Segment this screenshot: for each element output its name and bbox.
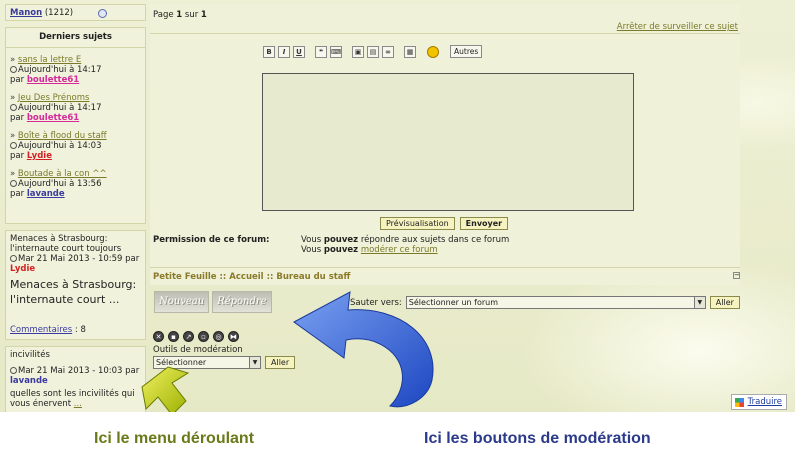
reply-editor: B I U ❝ ⌨ ▣ ▤ ∞ ▦ Autres Prévisualisatio…	[150, 34, 740, 231]
translate-label: Traduire	[747, 397, 782, 407]
recent-topics-box: Derniers sujets » sans la lettre E Aujou…	[5, 27, 146, 224]
recent-topics-title: Derniers sujets	[6, 28, 145, 48]
more-options-button[interactable]: Autres	[450, 45, 483, 58]
jump-go-button[interactable]: Aller	[709, 296, 740, 309]
recent-topic-link[interactable]: Boutade à la con ^^	[18, 169, 107, 179]
preview-button[interactable]: Prévisualisation	[380, 217, 455, 230]
by-label: par	[10, 189, 25, 199]
chevron-down-icon: ▼	[249, 357, 260, 368]
forum-permissions: Permission de ce forum: Vous pouvez répo…	[150, 231, 740, 267]
breadcrumb-item[interactable]: Accueil	[229, 272, 263, 282]
news-excerpt: Menaces à Strasbourg: l'internaute court…	[10, 278, 137, 306]
by-label: par	[10, 151, 25, 161]
recent-topic-time: Aujourd'hui à 14:03	[18, 141, 102, 151]
permissions-label: Permission de ce forum:	[153, 235, 270, 245]
incivility-excerpt: quelles sont les incivilités qui vous én…	[10, 389, 135, 409]
blue-curved-arrow-icon	[293, 291, 434, 408]
table-icon[interactable]: ▦	[404, 45, 416, 58]
main-panel: Page 1 sur 1 Arrêter de surveiller ce su…	[150, 4, 740, 285]
underline-button[interactable]: U	[293, 45, 305, 58]
chevron-down-icon: ▼	[693, 297, 705, 308]
breadcrumb-item[interactable]: Petite Feuille	[153, 272, 217, 282]
merge-topic-icon[interactable]: ⧓	[228, 331, 239, 342]
clock-icon	[10, 255, 17, 262]
pagination-info: Page 1 sur 1	[153, 10, 207, 20]
lock-icon[interactable]: ▫	[198, 331, 209, 342]
stop-watching-link[interactable]: Arrêter de surveiller ce sujet	[617, 22, 738, 32]
incivility-title[interactable]: incivilités	[10, 350, 141, 360]
news-title[interactable]: Menaces à Strasbourg: l'internaute court…	[10, 234, 141, 254]
code-icon[interactable]: ⌨	[330, 45, 342, 58]
incivility-time: Mar 21 Mai 2013 - 10:03 par	[18, 366, 140, 376]
news-author[interactable]: Lydie	[10, 264, 141, 274]
bold-button[interactable]: B	[263, 45, 275, 58]
incivility-author[interactable]: lavande	[10, 376, 141, 386]
list-item: » Jeu Des Prénoms Aujourd'hui à 14:17 pa…	[10, 93, 102, 123]
clock-icon	[10, 142, 17, 149]
link-icon[interactable]: ∞	[382, 45, 394, 58]
online-status-icon	[98, 9, 107, 18]
online-count: (1212)	[44, 8, 74, 18]
topic-header: Page 1 sur 1 Arrêter de surveiller ce su…	[150, 4, 740, 34]
move-topic-icon[interactable]: ↗	[183, 331, 194, 342]
comments-count: : 8	[74, 325, 86, 335]
clock-icon	[10, 66, 17, 73]
italic-button[interactable]: I	[278, 45, 290, 58]
reply-button[interactable]: Répondre	[212, 291, 272, 313]
editor-toolbar: B I U ❝ ⌨ ▣ ▤ ∞ ▦ Autres	[263, 45, 483, 58]
by-label: par	[10, 113, 25, 123]
google-icon	[734, 398, 744, 407]
collapse-icon[interactable]: −	[733, 272, 740, 279]
clock-icon	[10, 104, 17, 111]
breadcrumb: Petite Feuille :: Accueil :: Bureau du s…	[150, 267, 740, 285]
clock-icon	[10, 180, 17, 187]
list-item: » Boîte à flood du staff Aujourd'hui à 1…	[10, 131, 107, 161]
split-topic-icon[interactable]: ◎	[213, 331, 224, 342]
yellow-arrow-icon	[141, 366, 190, 412]
permissions-text: Vous pouvez répondre aux sujets dans ce …	[301, 235, 510, 255]
clock-icon	[10, 367, 17, 374]
list-item: » Boutade à la con ^^ Aujourd'hui à 13:5…	[10, 169, 107, 199]
recent-topic-link[interactable]: Jeu Des Prénoms	[18, 93, 90, 103]
by-label: par	[10, 75, 25, 85]
online-username[interactable]: Manon	[10, 8, 42, 18]
quote-icon[interactable]: ❝	[315, 45, 327, 58]
post-buttons: Nouveau Répondre	[154, 291, 272, 313]
recent-topic-author[interactable]: Lydie	[27, 151, 52, 161]
caption-moderation-buttons: Ici les boutons de modération	[424, 430, 651, 447]
moderation-buttons: ✕ ▪ ↗ ▫ ◎ ⧓	[153, 331, 239, 342]
recent-topic-time: Aujourd'hui à 13:56	[18, 179, 102, 189]
recent-topic-author[interactable]: lavande	[27, 189, 65, 199]
image-icon[interactable]: ▣	[352, 45, 364, 58]
recent-topic-time: Aujourd'hui à 14:17	[18, 65, 102, 75]
news-time: Mar 21 Mai 2013 - 10:59 par	[18, 254, 140, 264]
comments-link[interactable]: Commentaires	[10, 325, 72, 335]
recent-topic-link[interactable]: sans la lettre E	[18, 55, 81, 65]
send-button[interactable]: Envoyer	[459, 217, 509, 230]
smiley-icon[interactable]	[427, 45, 439, 58]
delete-topic-icon[interactable]: ✕	[153, 331, 164, 342]
jump-forum-select[interactable]: Sélectionner un forum ▼	[405, 296, 706, 309]
recent-topic-link[interactable]: Boîte à flood du staff	[18, 131, 107, 141]
list-item: » sans la lettre E Aujourd'hui à 14:17 p…	[10, 55, 102, 85]
incivility-box: incivilités Mar 21 Mai 2013 - 10:03 par …	[5, 346, 146, 412]
forum-screenshot: Manon (1212) Derniers sujets » sans la l…	[0, 0, 795, 412]
online-user-row: Manon (1212)	[5, 4, 146, 21]
translate-button[interactable]: Traduire	[730, 394, 787, 410]
new-topic-button[interactable]: Nouveau	[154, 291, 210, 313]
recent-topic-author[interactable]: boulette61	[27, 113, 79, 123]
moderation-tools-label: Outils de modération	[153, 345, 243, 355]
video-icon[interactable]: ▤	[367, 45, 379, 58]
news-box: Menaces à Strasbourg: l'internaute court…	[5, 230, 146, 340]
recent-topic-author[interactable]: boulette61	[27, 75, 79, 85]
sidebar: Manon (1212) Derniers sujets » sans la l…	[5, 4, 146, 412]
breadcrumb-item[interactable]: Bureau du staff	[276, 272, 350, 282]
caption-dropdown: Ici le menu déroulant	[94, 430, 255, 447]
message-textarea[interactable]	[262, 73, 634, 211]
trash-icon[interactable]: ▪	[168, 331, 179, 342]
recent-topic-time: Aujourd'hui à 14:17	[18, 103, 102, 113]
moderate-forum-link[interactable]: modérer ce forum	[361, 245, 438, 255]
